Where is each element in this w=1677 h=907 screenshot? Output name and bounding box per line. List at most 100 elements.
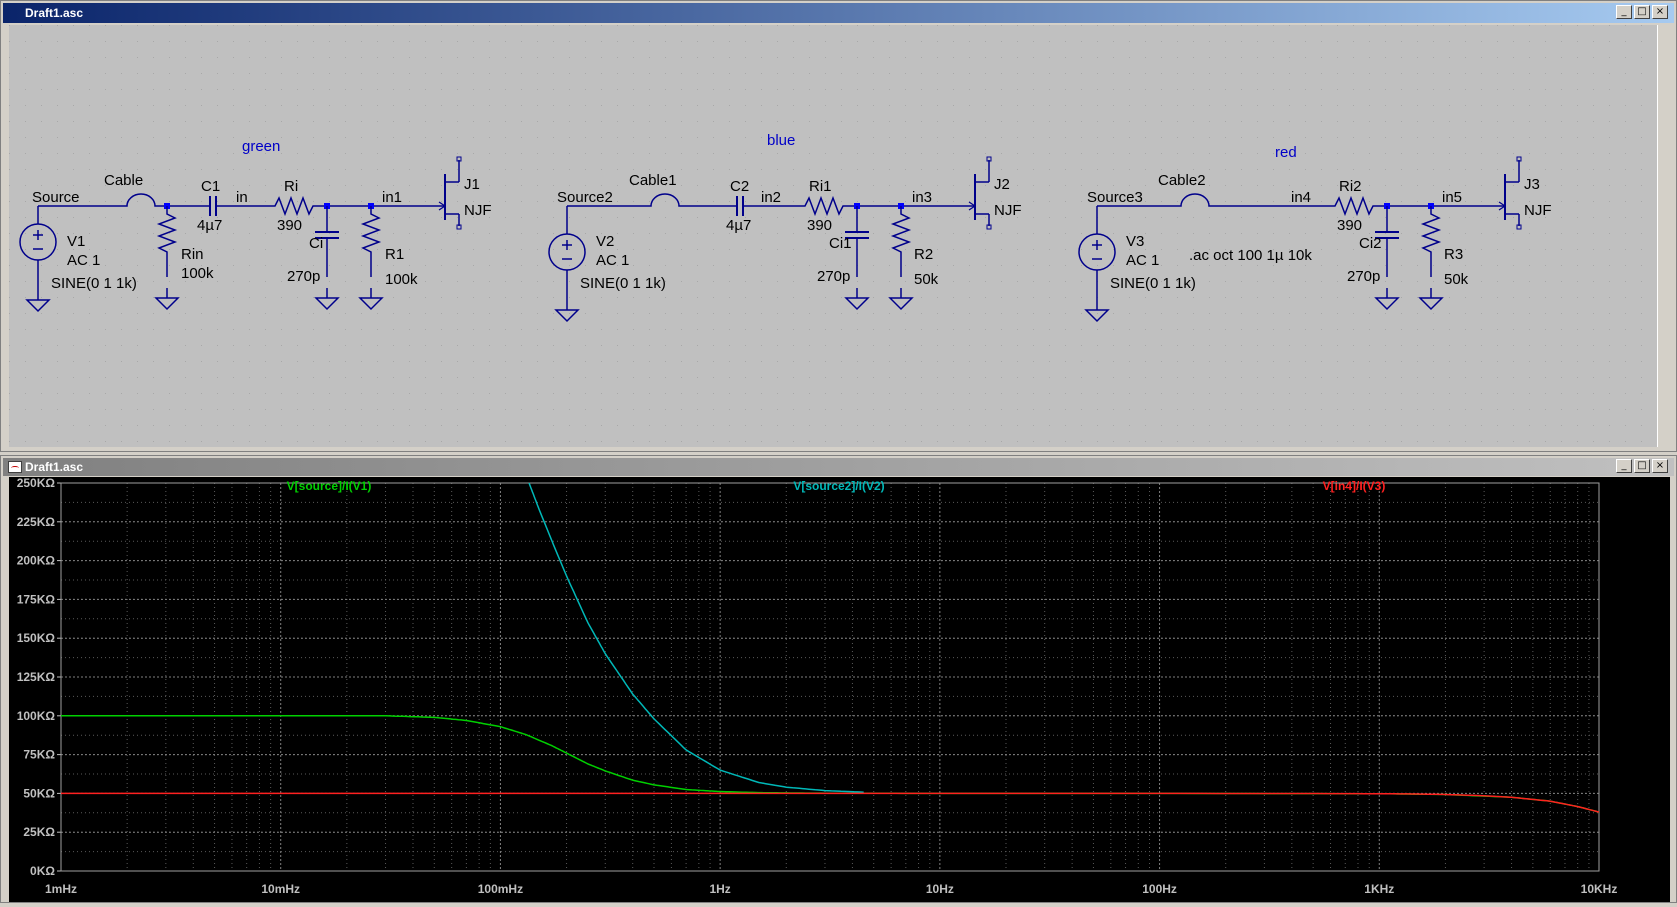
vsrc-func: SINE(0 1 1k) (580, 275, 666, 292)
series-line-2[interactable] (528, 482, 864, 793)
waveform-window[interactable]: Draft1.asc _ □ × 1mHz 10mHz 100mHz 1Hz 10Hz 1… (0, 455, 1677, 903)
circuit-color-label: blue (767, 132, 795, 149)
x-tick-label: 10KHz (1581, 882, 1618, 896)
source-net-label: Source (32, 189, 80, 206)
minimize-button[interactable]: _ (1616, 459, 1632, 473)
source-net-label: Source2 (557, 189, 613, 206)
x-tick-label: 100Hz (1142, 882, 1177, 896)
legend-entry-1[interactable]: V[source]/I(V1) (287, 479, 372, 493)
y-tick-label: 150KΩ (17, 631, 56, 645)
y-tick-label: 225KΩ (17, 515, 56, 529)
node-a-label: in4 (1291, 189, 1311, 206)
y-tick-label: 25KΩ (23, 825, 55, 839)
vsrc-func: SINE(0 1 1k) (51, 275, 137, 292)
ri-name: Ri2 (1339, 178, 1362, 195)
vsrc-name: V1 (67, 233, 85, 250)
node-a-label: in2 (761, 189, 781, 206)
cap-name: C1 (201, 178, 220, 195)
schematic-title: Draft1.asc (25, 6, 84, 20)
rload-value: 100k (385, 271, 418, 288)
cap-value: 4µ7 (197, 217, 222, 234)
legend-entry-2[interactable]: V[source2]/I(V2) (793, 479, 884, 493)
series-line-1[interactable] (61, 715, 1600, 813)
x-tick-label: 1KHz (1364, 882, 1394, 896)
ri-value: 390 (807, 217, 832, 234)
vsrc-func: SINE(0 1 1k) (1110, 275, 1196, 292)
ci-value: 270p (287, 268, 320, 285)
waveform-chart: 1mHz 10mHz 100mHz 1Hz 10Hz 100Hz 1KHz 10KHz 250K… (17, 476, 1618, 896)
waveform-titlebar[interactable]: Draft1.asc (3, 458, 1674, 476)
rload-value: 50k (914, 271, 939, 288)
schematic-drawing: green Source V1 AC 1 SINE(0 1 1k) Cable … (9, 25, 1662, 447)
schematic-canvas[interactable]: green Source V1 AC 1 SINE(0 1 1k) Cable … (9, 25, 1662, 447)
vsrc-ac: AC 1 (1126, 252, 1159, 269)
schematic-scrollbar[interactable] (1657, 25, 1670, 447)
y-tick-label: 50KΩ (23, 786, 55, 800)
cap-name: C2 (730, 178, 749, 195)
x-tick-label: 10mHz (261, 882, 300, 896)
source-net-label: Source3 (1087, 189, 1143, 206)
jfet-name: J3 (1524, 176, 1540, 193)
ci-name: Ci1 (829, 235, 852, 252)
cable-label: Cable1 (629, 172, 677, 189)
ri-name: Ri1 (809, 178, 832, 195)
close-button[interactable]: × (1652, 459, 1668, 473)
node-b-label: in1 (382, 189, 402, 206)
x-tick-label: 1Hz (709, 882, 730, 896)
schematic-titlebar[interactable]: Draft1.asc (3, 3, 1674, 23)
shunt-r-value: 100k (181, 265, 214, 282)
cap-value: 4µ7 (726, 217, 751, 234)
y-tick-label: 250KΩ (17, 477, 56, 490)
waveform-plot-area[interactable]: 1mHz 10mHz 100mHz 1Hz 10Hz 100Hz 1KHz 10KHz 250K… (9, 476, 1670, 902)
ci-name: Ci (309, 235, 323, 252)
restore-button[interactable]: □ (1634, 5, 1650, 19)
jfet-name: J1 (464, 176, 480, 193)
jfet-model: NJF (464, 202, 492, 219)
vsrc-name: V2 (596, 233, 614, 250)
waveform-window-buttons: _ □ × (1616, 459, 1668, 473)
ci-value: 270p (817, 268, 850, 285)
x-tick-label: 1mHz (45, 882, 77, 896)
waveform-icon (8, 461, 22, 473)
legend-entry-3[interactable]: V[in4]/I(V3) (1323, 479, 1386, 493)
ri-value: 390 (1337, 217, 1362, 234)
y-tick-label: 75KΩ (23, 748, 55, 762)
schematic-window-buttons: _ □ × (1616, 5, 1668, 19)
x-tick-label: 100mHz (478, 882, 523, 896)
ci-name: Ci2 (1359, 235, 1382, 252)
y-tick-label: 100KΩ (17, 709, 56, 723)
vsrc-ac: AC 1 (67, 252, 100, 269)
rload-name: R3 (1444, 246, 1463, 263)
ac-directive[interactable]: .ac oct 100 1µ 10k (1189, 247, 1312, 264)
ci-value: 270p (1347, 268, 1380, 285)
vsrc-ac: AC 1 (596, 252, 629, 269)
jfet-model: NJF (994, 202, 1022, 219)
circuit-color-label: red (1275, 144, 1297, 161)
circuit-color-label: green (242, 138, 280, 155)
waveform-title: Draft1.asc (25, 460, 84, 474)
ri-value: 390 (277, 217, 302, 234)
node-a-label: in (236, 189, 248, 206)
x-tick-label: 10Hz (926, 882, 954, 896)
y-tick-label: 0KΩ (30, 864, 55, 878)
ri-name: Ri (284, 178, 298, 195)
rload-name: R1 (385, 246, 404, 263)
schematic-window[interactable]: Draft1.asc _ □ × green Source V1 AC 1 SI… (0, 0, 1677, 452)
vsrc-name: V3 (1126, 233, 1144, 250)
y-tick-label: 200KΩ (17, 554, 56, 568)
series-line-3[interactable] (61, 792, 1600, 813)
restore-button[interactable]: □ (1634, 459, 1650, 473)
jfet-name: J2 (994, 176, 1010, 193)
y-tick-label: 175KΩ (17, 592, 56, 606)
cable-label: Cable (104, 172, 143, 189)
close-button[interactable]: × (1652, 5, 1668, 19)
jfet-model: NJF (1524, 202, 1552, 219)
y-tick-label: 125KΩ (17, 670, 56, 684)
minimize-button[interactable]: _ (1616, 5, 1632, 19)
rload-value: 50k (1444, 271, 1469, 288)
cable-label: Cable2 (1158, 172, 1206, 189)
shunt-r-name: Rin (181, 246, 204, 263)
node-b-label: in5 (1442, 189, 1462, 206)
rload-name: R2 (914, 246, 933, 263)
node-b-label: in3 (912, 189, 932, 206)
